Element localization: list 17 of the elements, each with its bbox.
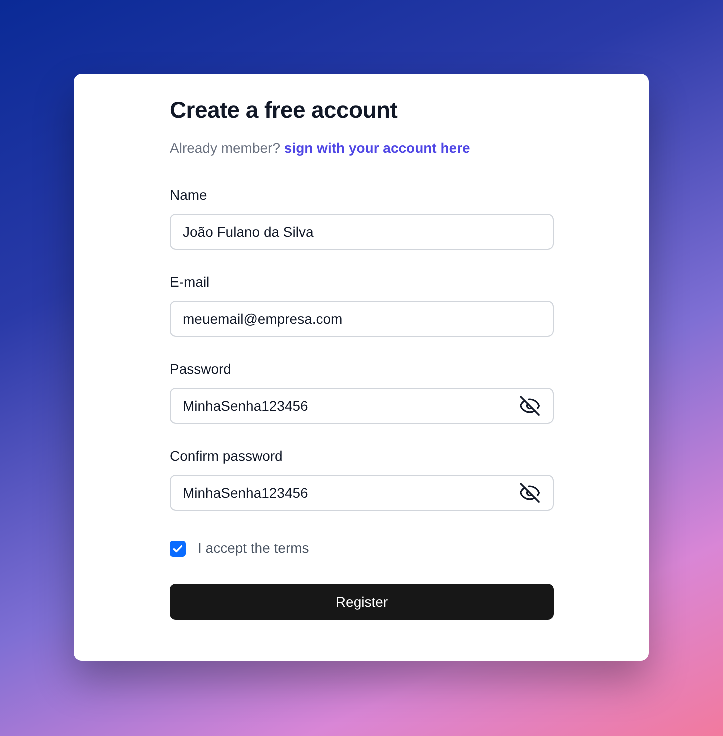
eye-off-icon[interactable] (519, 395, 541, 417)
field-label: Password (170, 360, 232, 378)
check-icon (172, 542, 184, 554)
password-field[interactable]: MinhaSenha123456 (170, 388, 554, 424)
field-label: Confirm password (170, 447, 284, 465)
field-label: Name (170, 186, 208, 204)
register-button[interactable]: Register (170, 584, 554, 620)
form-title: Create a free account (170, 96, 399, 124)
password-field[interactable]: MinhaSenha123456 (170, 475, 554, 511)
field-label: E-mail (170, 273, 211, 291)
terms-label: I accept the terms (198, 539, 310, 558)
input-field[interactable]: meuemail@empresa.com (170, 301, 554, 337)
member-prompt: Already member? sign with your account here (170, 139, 472, 158)
input-field[interactable]: João Fulano da Silva (170, 214, 554, 250)
sign-in-link[interactable]: sign with your account here (284, 140, 470, 156)
eye-off-icon[interactable] (519, 482, 541, 504)
terms-checkbox[interactable] (170, 540, 186, 556)
